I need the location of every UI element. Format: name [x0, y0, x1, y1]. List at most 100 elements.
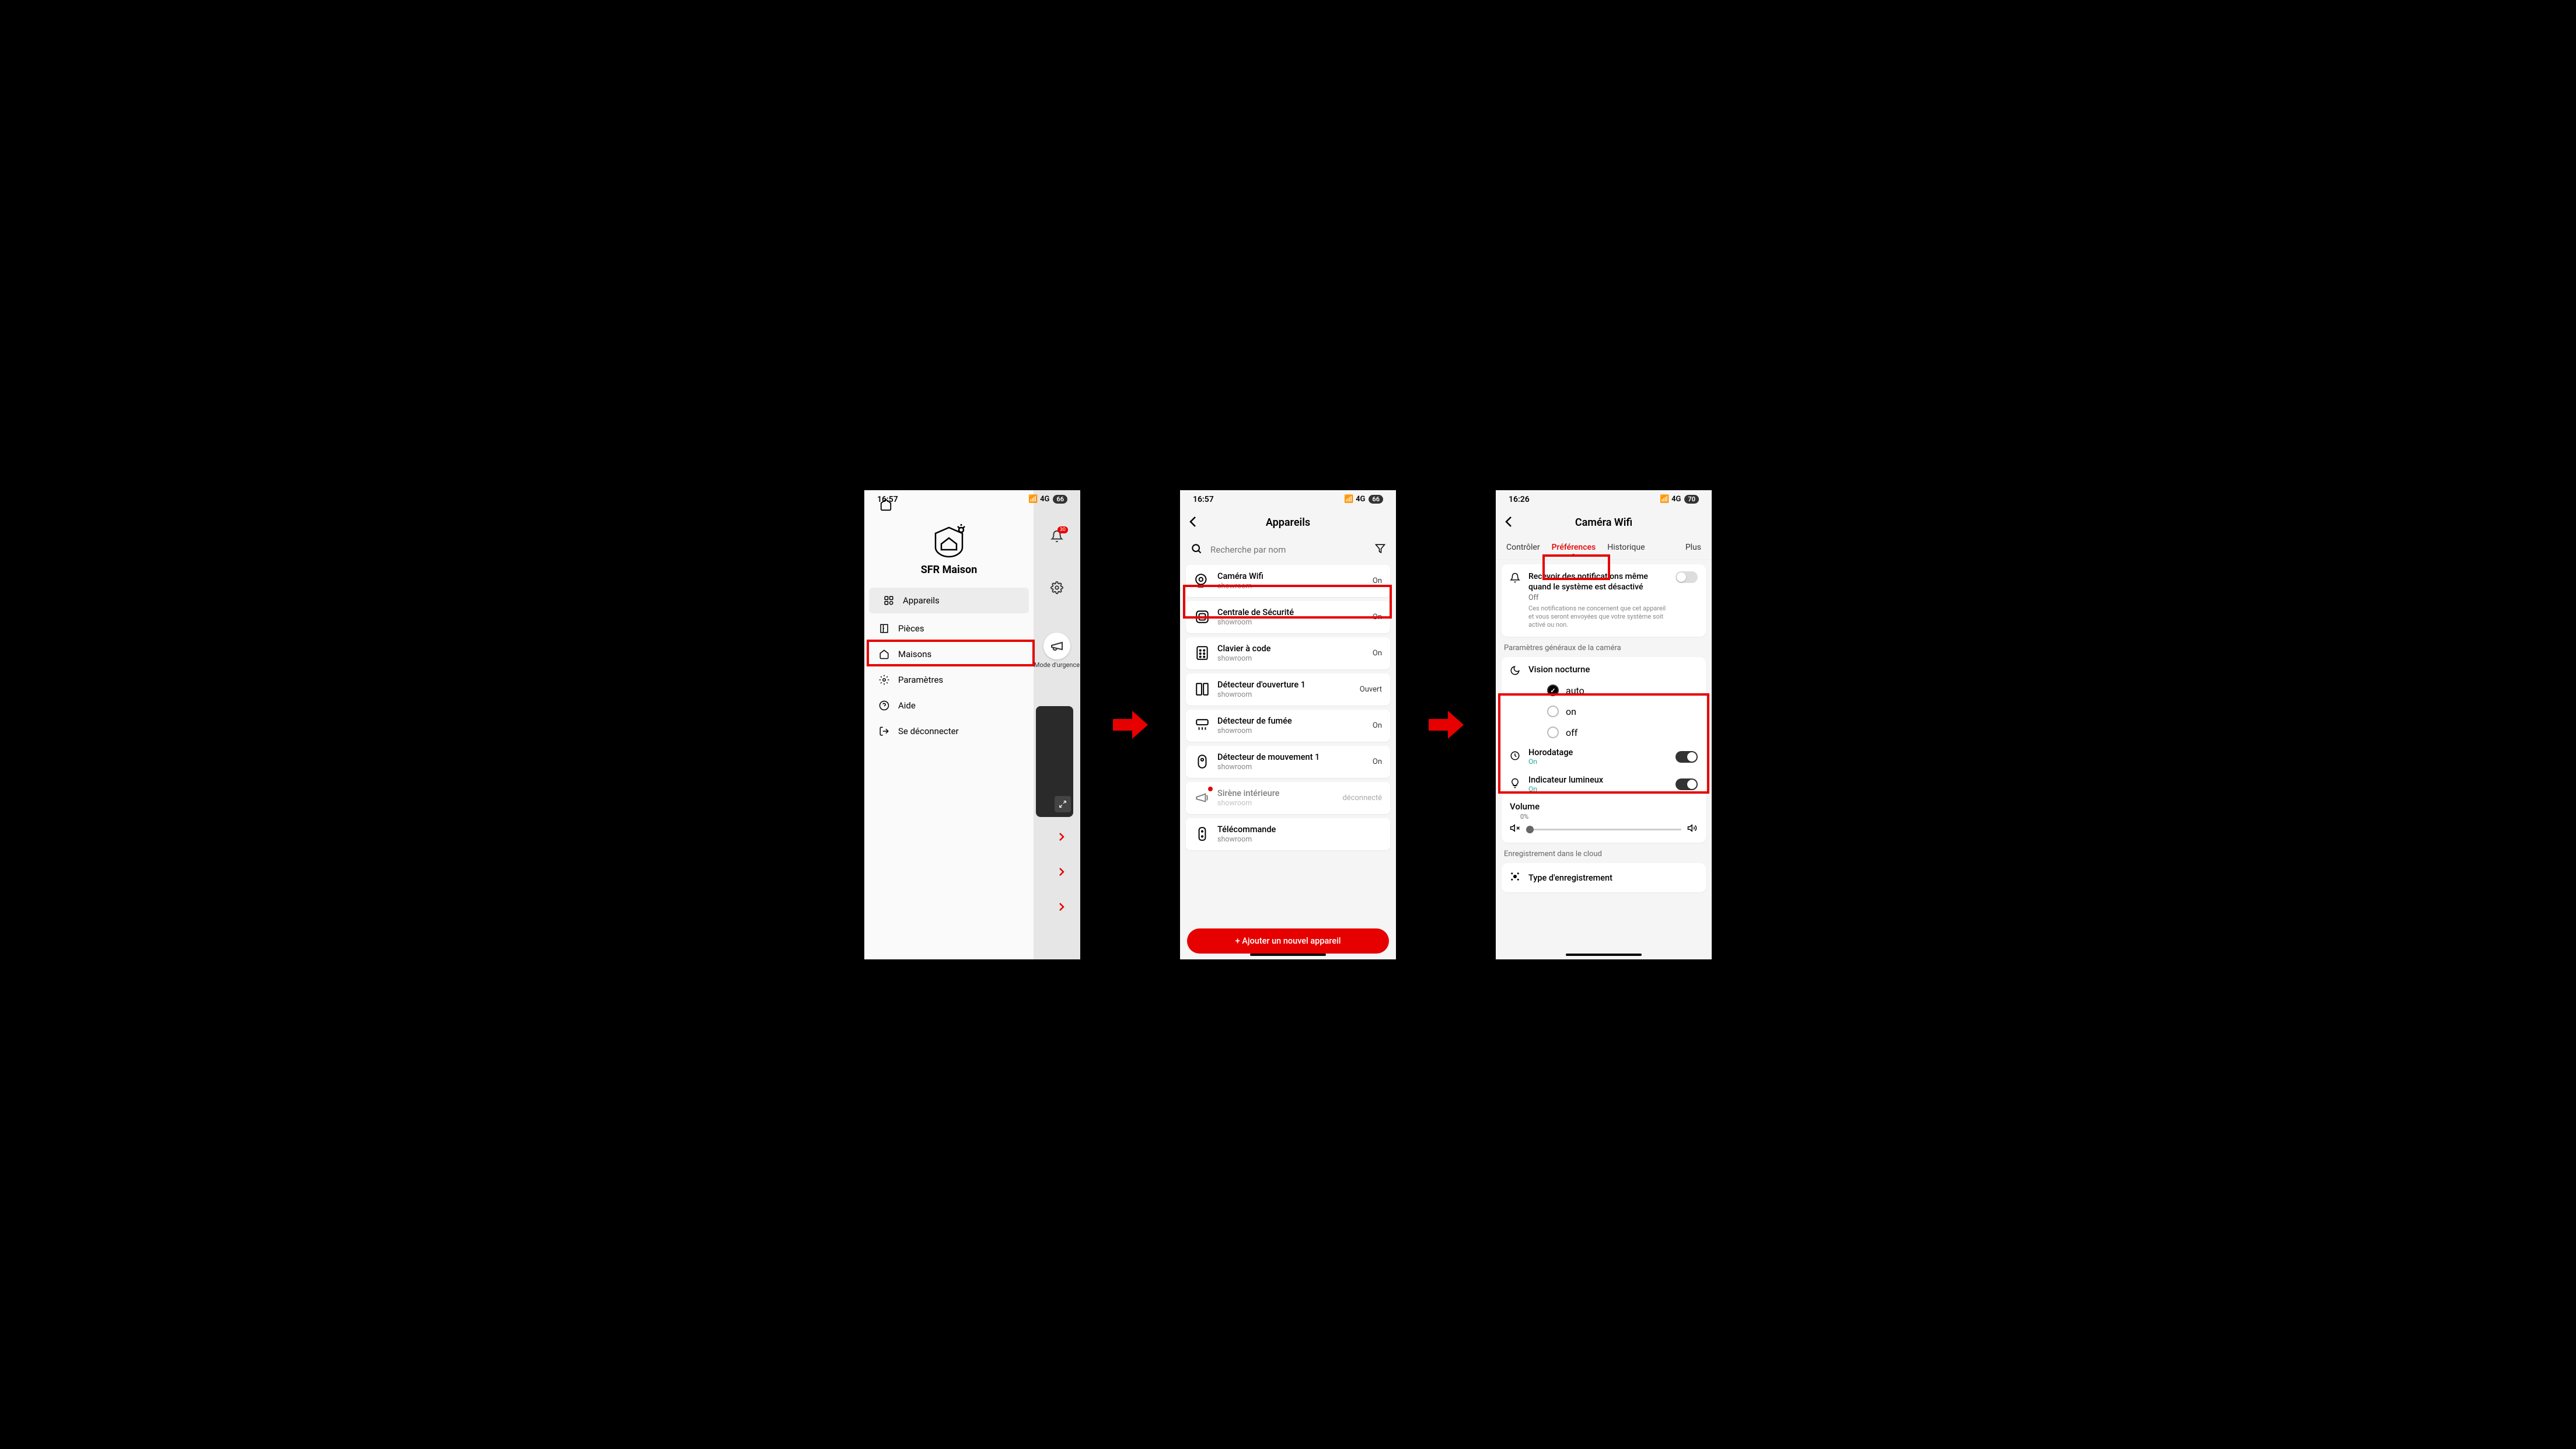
device-status: Ouvert	[1360, 685, 1382, 694]
section-cloud-label: Enregistrement dans le cloud	[1504, 850, 1704, 858]
tab-controler[interactable]: Contrôler	[1500, 537, 1546, 559]
device-status: déconnecté	[1342, 794, 1382, 802]
keypad-icon	[1194, 645, 1210, 661]
status-time: 16:57	[877, 495, 898, 504]
device-status: On	[1373, 757, 1382, 766]
expand-icon[interactable]	[1055, 796, 1071, 812]
screen-1-sidebar: 16:57 📶 4G 66 30 Mode d'urgence	[864, 490, 1080, 959]
device-mouvement[interactable]: Détecteur de mouvement 1showroom On	[1186, 746, 1390, 778]
radio-label: on	[1566, 706, 1576, 717]
device-list[interactable]: Caméra Wifishowroom On Centrale de Sécur…	[1180, 563, 1396, 923]
camera-icon	[1194, 572, 1210, 589]
status-right: 📶 4G 70	[1660, 495, 1699, 504]
add-device-button[interactable]: + Ajouter un nouvel appareil	[1187, 928, 1389, 954]
remote-icon	[1194, 826, 1210, 842]
nav-label: Paramètres	[898, 675, 943, 685]
device-ouverture[interactable]: Détecteur d'ouverture 1showroom Ouvert	[1186, 673, 1390, 706]
horodatage-title: Horodatage	[1528, 748, 1669, 757]
speaker-icon	[1687, 823, 1698, 836]
status-time: 16:57	[1193, 495, 1214, 504]
status-right: 📶 4G 66	[1028, 495, 1067, 504]
search-input[interactable]	[1210, 544, 1367, 555]
filter-icon[interactable]	[1375, 543, 1385, 556]
network-label: 4G	[1040, 495, 1049, 504]
clock-icon	[1510, 750, 1521, 763]
radio-on[interactable]: on	[1547, 701, 1698, 722]
general-card: Vision nocturne auto on off HorodatageOn…	[1502, 657, 1706, 843]
horodatage-toggle[interactable]	[1676, 751, 1698, 763]
hub-icon	[1194, 609, 1210, 625]
nav-item-pieces[interactable]: Pièces	[864, 616, 1034, 641]
nav-label: Aide	[898, 700, 916, 711]
device-room: showroom	[1217, 799, 1335, 808]
section-general-label: Paramètres généraux de la caméra	[1504, 644, 1704, 652]
nav-label: Pièces	[898, 623, 924, 634]
preferences-body[interactable]: Recevoir des notifications même quand le…	[1496, 560, 1712, 959]
home-indicator[interactable]	[1250, 954, 1326, 956]
back-button[interactable]	[1189, 516, 1196, 530]
device-status: On	[1373, 613, 1382, 622]
notification-badge: 30	[1057, 526, 1068, 533]
nav-item-maisons[interactable]: Maisons	[864, 641, 1034, 667]
arrow-icon	[1426, 707, 1467, 742]
device-name: Détecteur de fumée	[1217, 716, 1366, 726]
nav-item-aide[interactable]: Aide	[864, 693, 1034, 718]
indicateur-row: Indicateur lumineuxOn	[1510, 770, 1698, 798]
device-status: On	[1373, 649, 1382, 658]
house-icon	[878, 648, 890, 660]
emergency-mode-button[interactable]	[1043, 633, 1070, 659]
settings-icon[interactable]	[1050, 581, 1063, 596]
battery-level: 66	[1369, 495, 1383, 504]
nav-label: Maisons	[898, 649, 931, 659]
radio-off[interactable]: off	[1547, 722, 1698, 743]
home-indicator[interactable]	[1566, 954, 1642, 956]
tab-preferences[interactable]: Préférences	[1546, 537, 1602, 559]
nav-item-appareils[interactable]: Appareils	[869, 588, 1029, 613]
mute-icon	[1510, 823, 1520, 836]
radio-auto[interactable]: auto	[1547, 680, 1698, 701]
device-status: On	[1373, 721, 1382, 730]
tab-plus[interactable]: Plus	[1680, 537, 1707, 559]
device-room: showroom	[1217, 763, 1366, 771]
night-vision-title: Vision nocturne	[1528, 664, 1698, 676]
device-centrale[interactable]: Centrale de Sécuritéshowroom On	[1186, 601, 1390, 633]
radio-empty-icon	[1547, 706, 1559, 717]
volume-slider[interactable]	[1510, 823, 1698, 836]
notification-bell[interactable]: 30	[1050, 530, 1063, 545]
device-fumee[interactable]: Détecteur de fuméeshowroom On	[1186, 710, 1390, 742]
chevron-row-2[interactable]	[1034, 854, 1080, 889]
device-room: showroom	[1217, 618, 1366, 627]
siren-icon	[1194, 790, 1210, 806]
recording-icon	[1510, 871, 1521, 884]
notif-desc: Ces notifications ne concernent que cet …	[1528, 605, 1669, 630]
help-icon	[878, 700, 890, 711]
status-right: 📶 4G 66	[1344, 495, 1383, 504]
app-title: SFR Maison	[921, 564, 978, 576]
volume-row: Volume 0%	[1510, 801, 1698, 836]
device-clavier[interactable]: Clavier à codeshowroom On	[1186, 637, 1390, 669]
chevron-row-3[interactable]	[1034, 889, 1080, 924]
device-camera-wifi[interactable]: Caméra Wifishowroom On	[1186, 565, 1390, 597]
volume-percent: 0%	[1520, 813, 1698, 820]
search-icon[interactable]	[1191, 543, 1202, 557]
chevron-row-1[interactable]	[1034, 819, 1080, 854]
emergency-mode-label: Mode d'urgence	[1034, 662, 1080, 669]
horodatage-state: On	[1528, 757, 1669, 766]
device-telecommande[interactable]: Télécommandeshowroom	[1186, 818, 1390, 850]
nav-menu: Appareils Pièces Maisons Paramètres Aide…	[864, 588, 1034, 744]
notif-toggle[interactable]	[1676, 571, 1698, 583]
radio-checked-icon	[1547, 685, 1559, 696]
nav-item-deconnecter[interactable]: Se déconnecter	[864, 718, 1034, 744]
radio-label: off	[1566, 727, 1577, 738]
back-button[interactable]	[1505, 516, 1512, 530]
indicateur-state: On	[1528, 785, 1669, 793]
tab-bar: Contrôler Préférences Historique Plus	[1496, 537, 1712, 560]
indicateur-toggle[interactable]	[1676, 778, 1698, 790]
device-name: Clavier à code	[1217, 644, 1366, 654]
motion-icon	[1194, 753, 1210, 770]
nav-item-parametres[interactable]: Paramètres	[864, 667, 1034, 693]
device-sirene[interactable]: Sirène intérieureshowroom déconnecté	[1186, 782, 1390, 814]
cloud-card: Type d'enregistrement	[1502, 863, 1706, 892]
tab-historique[interactable]: Historique	[1601, 537, 1650, 559]
app-logo: SFR Maison	[864, 514, 1034, 584]
